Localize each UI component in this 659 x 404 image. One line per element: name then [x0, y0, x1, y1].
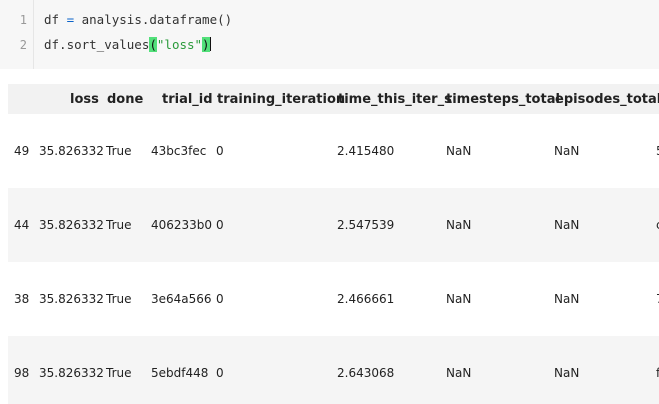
column-header-loss: loss: [70, 92, 99, 107]
code-token: df.sort_values: [44, 37, 150, 52]
code-cell[interactable]: 1 2 df = analysis.dataframe() df.sort_va…: [0, 0, 659, 69]
line-number: 1: [19, 13, 27, 27]
table-row: 38 35.826332 True 3e64a566 0 2.466661 Na…: [8, 262, 659, 336]
row-index: 38: [14, 292, 30, 306]
cell-done: True: [106, 218, 132, 232]
cell-trial-id: 406233b0: [151, 218, 213, 232]
cell-training-iteration: 0: [216, 292, 224, 306]
cell-training-iteration: 0: [216, 218, 224, 232]
column-header-done: done: [107, 92, 144, 107]
column-header-training-iteration: training_iteration: [217, 92, 346, 107]
table-row: 44 35.826332 True 406233b0 0 2.547539 Na…: [8, 188, 659, 262]
column-header-trial-id: trial_id: [162, 92, 213, 107]
line-number: 2: [19, 38, 27, 52]
cell-loss: 35.826332: [39, 218, 104, 232]
cell-trial-id: 43bc3fec: [151, 144, 207, 158]
cell-done: True: [106, 366, 132, 380]
code-string: "loss": [156, 37, 203, 52]
cell-time-this-iter: 2.547539: [337, 218, 395, 232]
code-line-2[interactable]: df.sort_values("loss"): [44, 37, 211, 52]
code-operator: =: [66, 12, 75, 27]
code-line-1[interactable]: df = analysis.dataframe(): [44, 12, 232, 27]
row-index: 98: [14, 366, 30, 380]
cell-loss: 35.826332: [39, 144, 104, 158]
text-cursor: [209, 37, 211, 51]
code-token: analysis.dataframe(): [74, 12, 233, 27]
code-token: df: [44, 12, 67, 27]
cell-training-iteration: 0: [216, 366, 224, 380]
column-header-episodes-total: episodes_total: [555, 92, 659, 107]
cell-episodes-total: NaN: [554, 292, 580, 306]
cell-loss: 35.826332: [39, 292, 104, 306]
table-header: loss done trial_id training_iteration ti…: [8, 84, 659, 114]
table-row: 49 35.826332 True 43bc3fec 0 2.415480 Na…: [8, 114, 659, 188]
table-row: 98 35.826332 True 5ebdf448 0 2.643068 Na…: [8, 336, 659, 404]
row-index: 49: [14, 144, 30, 158]
column-header-time-this-iter: time_this_iter_s: [338, 92, 452, 107]
bracket-match-open: (: [149, 37, 157, 52]
cell-done: True: [106, 292, 132, 306]
cell-timesteps-total: NaN: [446, 292, 472, 306]
cell-episodes-total: NaN: [554, 366, 580, 380]
cell-time-this-iter: 2.466661: [337, 292, 395, 306]
line-gutter: 1 2: [0, 0, 34, 69]
row-index: 44: [14, 218, 30, 232]
cell-time-this-iter: 2.643068: [337, 366, 395, 380]
cell-done: True: [106, 144, 132, 158]
cell-timesteps-total: NaN: [446, 218, 472, 232]
dataframe-output: loss done trial_id training_iteration ti…: [8, 84, 659, 404]
cell-training-iteration: 0: [216, 144, 224, 158]
column-header-timesteps-total: timesteps_total: [446, 92, 560, 107]
cell-timesteps-total: NaN: [446, 366, 472, 380]
cell-episodes-total: NaN: [554, 144, 580, 158]
cell-trial-id: 3e64a566: [151, 292, 212, 306]
cell-episodes-total: NaN: [554, 218, 580, 232]
cell-trial-id: 5ebdf448: [151, 366, 209, 380]
bracket-match-close: ): [202, 37, 210, 52]
cell-loss: 35.826332: [39, 366, 104, 380]
cell-time-this-iter: 2.415480: [337, 144, 395, 158]
cell-timesteps-total: NaN: [446, 144, 472, 158]
